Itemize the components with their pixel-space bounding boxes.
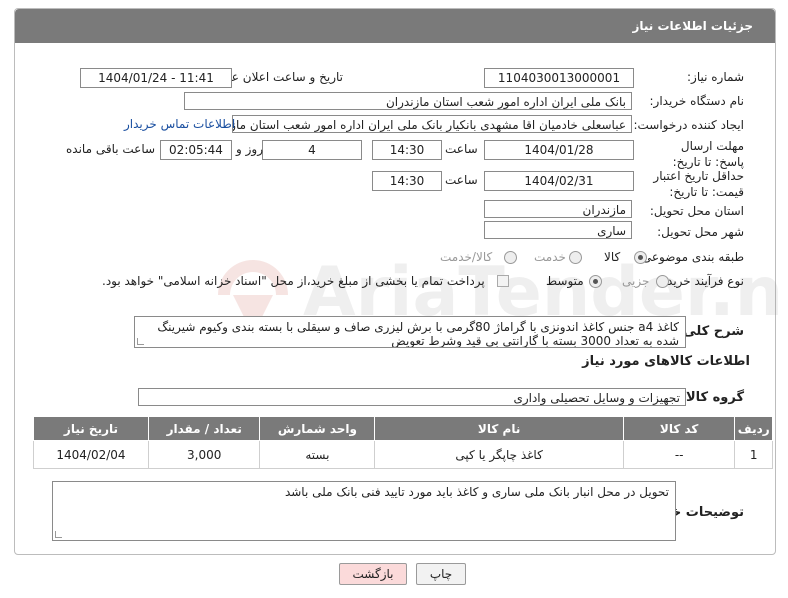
need-number-field: 1104030013000001 <box>484 68 634 88</box>
category-label: طبقه بندی موضوعی: <box>637 250 744 264</box>
days-field: 4 <box>262 140 362 160</box>
creator-field: عباسعلی خادمیان اقا مشهدی بانکیار بانک م… <box>232 115 632 133</box>
resize-handle-icon[interactable] <box>55 531 62 538</box>
validity-date-field: 1404/02/31 <box>484 171 634 191</box>
process-medium-label: متوسط <box>546 274 584 288</box>
city-label: شهر محل تحویل: <box>657 225 744 239</box>
category-goods-label: کالا <box>604 250 621 264</box>
deadline-time-field: 14:30 <box>372 140 442 160</box>
description-textarea[interactable]: کاغذ a4 جنس کاغذ اندونزی با گراماژ 80گرم… <box>134 316 686 348</box>
col-code-header: کد کالا <box>622 416 736 441</box>
col-date-header: تاریخ نیاز <box>33 416 149 441</box>
validity-time-field: 14:30 <box>372 171 442 191</box>
treasury-payment-checkbox[interactable] <box>497 275 509 287</box>
process-small-radio[interactable] <box>656 275 669 288</box>
remaining-time-label: ساعت باقی مانده <box>66 142 156 156</box>
buyer-contact-link[interactable]: اطلاعات تماس خریدار <box>124 117 235 131</box>
goods-table: ردیف کد کالا نام کالا واحد شمارش تعداد /… <box>33 416 773 469</box>
category-goods-radio[interactable] <box>634 251 647 264</box>
deadline-date-field: 1404/01/28 <box>484 140 634 160</box>
table-row: 1 -- کاغذ چاپگر یا کپی بسته 3,000 1404/0… <box>33 440 773 469</box>
announce-field: 1404/01/24 - 11:41 <box>80 68 232 88</box>
category-service-label: خدمت <box>534 250 566 264</box>
print-button[interactable]: چاپ <box>416 563 466 585</box>
process-small-label: جزیی <box>622 274 650 288</box>
cell-unit: بسته <box>259 440 376 469</box>
col-row-header: ردیف <box>734 416 773 441</box>
deadline-time-label: ساعت <box>445 142 478 156</box>
need-number-label: شماره نیاز: <box>687 70 744 84</box>
cell-date: 1404/02/04 <box>33 440 149 469</box>
col-unit-header: واحد شمارش <box>259 416 376 441</box>
buyer-notes-textarea[interactable]: تحویل در محل انبار بانک ملی ساری و کاغذ … <box>52 481 676 541</box>
panel-header: جزئیات اطلاعات نیاز <box>15 9 775 43</box>
deadline-label: مهلت ارسال پاسخ: تا تاریخ: <box>672 139 744 169</box>
goods-group-label: گروه کالا: <box>680 390 744 405</box>
col-qty-header: تعداد / مقدار <box>147 416 261 441</box>
description-text: کاغذ a4 جنس کاغذ اندونزی با گراماژ 80گرم… <box>157 320 679 348</box>
panel-title: جزئیات اطلاعات نیاز <box>632 19 753 33</box>
col-name-header: نام کالا <box>374 416 624 441</box>
cell-qty: 3,000 <box>147 440 261 469</box>
goods-info-title: اطلاعات کالاهای مورد نیاز <box>582 354 750 369</box>
validity-time-label: ساعت <box>445 173 478 187</box>
category-goods-service-label: کالا/خدمت <box>440 250 493 264</box>
province-field: مازندران <box>484 200 632 218</box>
buyer-org-label: نام دستگاه خریدار: <box>649 94 745 108</box>
cell-row: 1 <box>734 440 773 469</box>
resize-handle-icon[interactable] <box>137 338 144 345</box>
process-medium-radio[interactable] <box>589 275 602 288</box>
buyer-notes-text: تحویل در محل انبار بانک ملی ساری و کاغذ … <box>284 485 669 499</box>
goods-group-field: تجهیزات و وسایل تحصیلی واداری <box>138 388 686 406</box>
days-label: روز و <box>236 142 263 156</box>
treasury-payment-note: پرداخت تمام یا بخشی از مبلغ خرید،از محل … <box>102 274 485 288</box>
table-header-row: ردیف کد کالا نام کالا واحد شمارش تعداد /… <box>33 416 773 441</box>
creator-label: ایجاد کننده درخواست: <box>633 118 744 132</box>
category-goods-service-radio[interactable] <box>504 251 517 264</box>
category-service-radio[interactable] <box>569 251 582 264</box>
back-button[interactable]: بازگشت <box>339 563 407 585</box>
buyer-org-field: بانک ملی ایران اداره امور شعب استان مازن… <box>184 92 632 110</box>
cell-name: کاغذ چاپگر یا کپی <box>374 440 624 469</box>
cell-code: -- <box>622 440 736 469</box>
process-label: نوع فرآیند خرید : <box>659 274 744 288</box>
city-field: ساری <box>484 221 632 239</box>
province-label: استان محل تحویل: <box>649 204 744 218</box>
remaining-time-field: 02:05:44 <box>160 140 232 160</box>
validity-label: حداقل تاریخ اعتبار قیمت: تا تاریخ: <box>653 169 744 199</box>
